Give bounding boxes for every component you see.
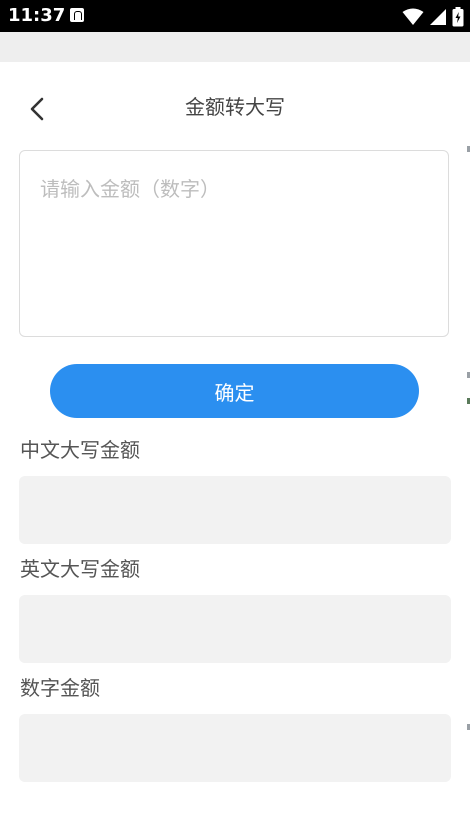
cellular-signal-icon <box>429 8 446 25</box>
chinese-amount-label: 中文大写金额 <box>20 438 140 462</box>
numeric-amount-label: 数字金额 <box>20 676 100 700</box>
toolbar-spacer <box>0 32 470 62</box>
english-amount-result <box>19 595 451 663</box>
confirm-button[interactable]: 确定 <box>50 364 419 418</box>
numeric-amount-result <box>19 714 451 782</box>
status-time: 11:37 <box>8 5 66 26</box>
english-amount-label: 英文大写金额 <box>20 557 140 581</box>
chinese-amount-result <box>19 476 451 544</box>
status-icons <box>402 6 464 26</box>
app-notification-icon <box>70 8 84 22</box>
wifi-icon <box>402 8 424 25</box>
amount-input[interactable] <box>19 150 449 337</box>
status-bar: 11:37 <box>0 0 470 32</box>
page-title: 金额转大写 <box>185 95 285 119</box>
page-header: 金额转大写 <box>0 62 470 154</box>
battery-icon <box>452 6 464 26</box>
